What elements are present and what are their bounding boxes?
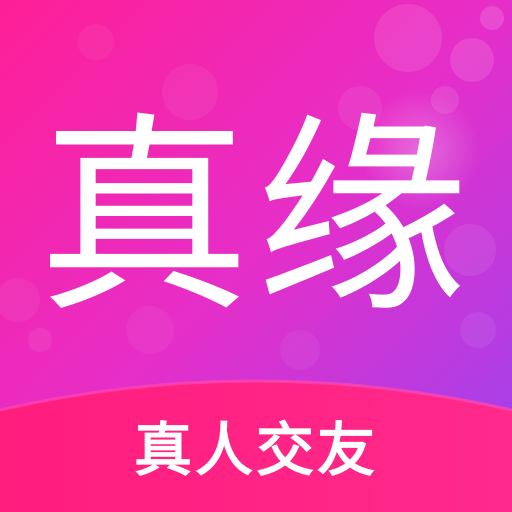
app-icon[interactable]: 真缘 真人交友 [0,0,512,512]
app-logo-text: 真缘 [38,94,474,341]
app-slogan: 真人交友 [133,416,378,484]
